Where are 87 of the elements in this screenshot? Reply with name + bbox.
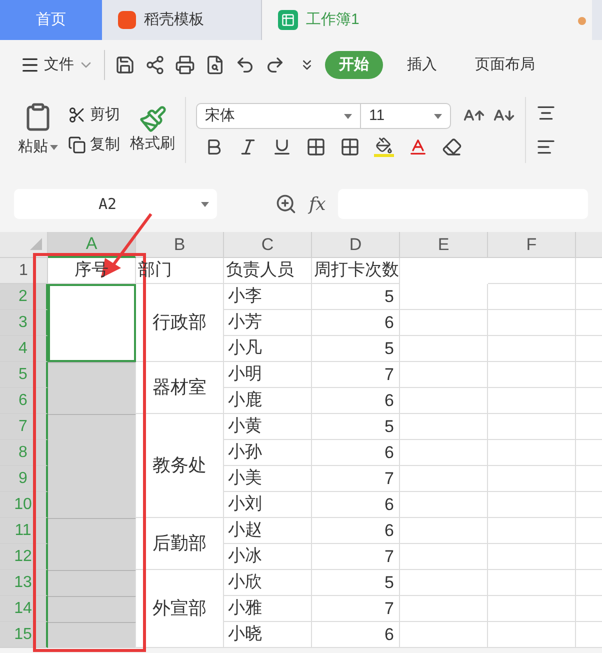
table-cell-text: 教务处: [152, 454, 206, 478]
table-cell-text: 6: [384, 390, 394, 412]
redo-icon[interactable]: [265, 55, 285, 75]
a-column-cell[interactable]: [48, 336, 136, 362]
document-tab[interactable]: 首页: [0, 0, 102, 40]
table-cell-text: 小明: [228, 362, 262, 386]
table-cell-text: 6: [384, 442, 394, 464]
column-header[interactable]: D: [312, 232, 400, 258]
tab-label: 工作簿1: [306, 10, 360, 30]
a-column-cell[interactable]: [48, 596, 136, 622]
table-cell-text: 6: [384, 520, 394, 542]
table-cell-text: 6: [384, 494, 394, 516]
share-icon[interactable]: [145, 55, 165, 75]
table-cell-text: 小赵: [228, 518, 262, 542]
column-header[interactable]: C: [224, 232, 312, 258]
cut-button[interactable]: 剪切: [68, 104, 120, 126]
table-cell-text: 小欣: [228, 570, 262, 594]
table-cell-text: 7: [384, 364, 394, 386]
format-painter-button[interactable]: 格式刷: [130, 104, 175, 156]
eraser-icon[interactable]: [442, 137, 462, 157]
scissors-icon: [68, 106, 86, 124]
a-column-cell[interactable]: [48, 284, 136, 310]
sheet-logo-icon: [278, 10, 298, 30]
table-cell-text: 5: [384, 286, 394, 308]
table-cell-text: 器材室: [152, 376, 206, 400]
column-header[interactable]: B: [136, 232, 224, 258]
table-cell-text: 7: [384, 598, 394, 620]
table-cell-text: 6: [384, 312, 394, 334]
table-cell-text: 后勤部: [152, 532, 206, 556]
table-cell-text: 5: [384, 572, 394, 594]
name-box[interactable]: A2: [14, 189, 217, 219]
table-cell-text: 6: [384, 624, 394, 646]
a-column-cell[interactable]: [48, 570, 136, 596]
table-cell-text: 外宣部: [152, 597, 206, 621]
table-cell-text: 小美: [228, 466, 262, 490]
table-cell-text: 7: [384, 546, 394, 568]
save-icon[interactable]: [115, 55, 135, 75]
table-cell-text: 小刘: [228, 492, 262, 516]
table-cell-text: 小黄: [228, 414, 262, 438]
font-size-dropdown[interactable]: 11: [361, 103, 451, 129]
underline-icon[interactable]: [272, 137, 292, 157]
zoom-icon[interactable]: [275, 193, 297, 215]
a-column-cell[interactable]: [48, 362, 136, 388]
table-cell-text: 小李: [228, 284, 262, 308]
table-cell-text: 5: [384, 416, 394, 438]
fill-color-icon[interactable]: [374, 137, 394, 157]
table-cell-text: 行政部: [152, 311, 206, 335]
document-tab[interactable]: 工作簿1: [262, 0, 592, 40]
table-cell-text: 小鹿: [228, 388, 262, 412]
table-header-cell-text: 负责人员: [225, 258, 295, 282]
cell-style-icon[interactable]: [340, 137, 360, 157]
paste-button[interactable]: 粘贴: [18, 136, 58, 158]
a-column-cell[interactable]: [48, 414, 136, 440]
ribbon-tab[interactable]: 开始: [325, 50, 383, 80]
copy-button[interactable]: 复制: [68, 134, 120, 156]
font-color-icon[interactable]: [408, 137, 428, 157]
undo-icon[interactable]: [235, 55, 255, 75]
caret-icon: [50, 144, 58, 150]
column-header[interactable]: E: [400, 232, 488, 258]
table-header-cell-text: 周打卡次数: [313, 258, 400, 282]
paintbrush-icon: [138, 104, 166, 133]
copy-icon: [68, 136, 86, 154]
caret-icon: [201, 202, 209, 206]
font-name-dropdown[interactable]: 宋体: [196, 103, 361, 129]
a-column-cell[interactable]: [48, 518, 136, 544]
tab-label: 稻壳模板: [144, 10, 204, 30]
ribbon-tab[interactable]: 插入: [393, 50, 451, 80]
table-cell-text: 小冰: [228, 544, 262, 568]
print-preview-icon[interactable]: [205, 55, 225, 75]
table-cell-text: 小孙: [228, 440, 262, 464]
table-cell-text: 小晓: [228, 622, 262, 646]
column-header[interactable]: F: [488, 232, 576, 258]
caret-icon: [344, 114, 352, 118]
table-cell-text: 7: [384, 468, 394, 490]
function-label[interactable]: fx: [309, 190, 326, 218]
table-cell-text: 小凡: [228, 336, 262, 360]
table-cell-text: 5: [384, 338, 394, 360]
tab-label: 首页: [36, 10, 66, 30]
a-column-cell[interactable]: [48, 622, 136, 648]
ribbon-tab[interactable]: 页面布局: [461, 50, 549, 80]
row-header[interactable]: 1: [0, 258, 48, 284]
print-icon[interactable]: [175, 55, 195, 75]
table-cell-text: 小雅: [228, 596, 262, 620]
table-cell-text: 小芳: [228, 310, 262, 334]
file-menu-button[interactable]: 文件: [20, 54, 94, 76]
borders-icon[interactable]: [306, 137, 326, 157]
caret-icon: [434, 114, 442, 118]
